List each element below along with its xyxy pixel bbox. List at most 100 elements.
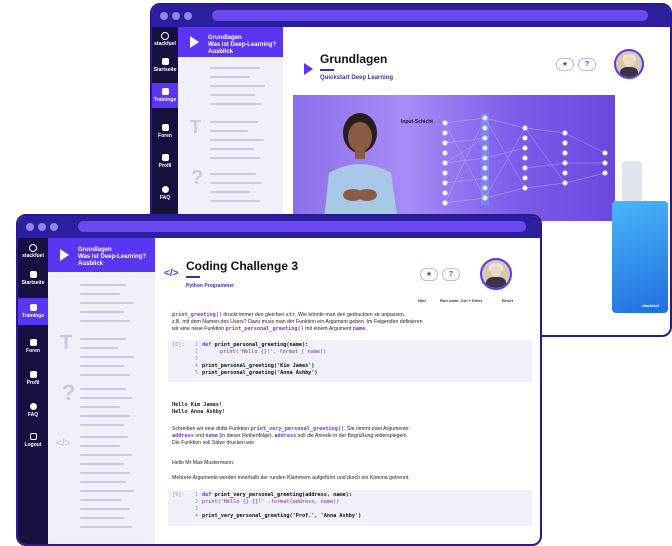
nav-line[interactable]	[210, 191, 250, 193]
nav-line[interactable]	[210, 103, 262, 105]
rail-item-logout[interactable]: Logout	[18, 430, 48, 451]
quiz-icon: ?	[62, 380, 76, 405]
nav-line[interactable]	[80, 293, 120, 295]
rail-item-profil[interactable]: Profil	[152, 151, 178, 172]
help-button[interactable]: ?	[442, 268, 460, 281]
nav-line[interactable]	[80, 347, 118, 349]
nav-line[interactable]	[80, 424, 124, 426]
nav-chapter-line: Was ist Deep-Learning?	[78, 254, 147, 260]
nav-line[interactable]	[80, 388, 126, 390]
brand-name: stackfuel	[22, 253, 44, 259]
window-dot[interactable]	[160, 12, 168, 20]
favorite-button[interactable]: ★	[556, 58, 574, 71]
window-dot[interactable]	[26, 223, 34, 231]
nav-chapter-line: Ausblick	[208, 49, 234, 55]
window-dot[interactable]	[50, 223, 58, 231]
inline-code: print_personal_greeting()	[225, 326, 304, 332]
window-dot[interactable]	[172, 12, 180, 20]
nav-line[interactable]	[210, 182, 262, 184]
page-title: Coding Challenge 3	[186, 259, 299, 273]
nav-line[interactable]	[80, 365, 124, 367]
nav-line[interactable]	[80, 526, 132, 528]
front-window: stackfuel Startseite Trainings Foren Pro…	[16, 214, 542, 546]
favorite-button[interactable]: ★	[420, 268, 438, 281]
stackfuel-logo-icon	[29, 244, 37, 252]
address-bar[interactable]	[78, 221, 526, 232]
video-layer-label: Input-Schicht	[401, 119, 433, 125]
nav-line[interactable]	[80, 436, 128, 438]
nav-line[interactable]	[80, 508, 130, 510]
nav-line[interactable]	[210, 139, 264, 141]
nav-line[interactable]	[80, 311, 124, 313]
question-icon	[29, 403, 37, 410]
hint-button[interactable]: Hint	[418, 298, 426, 303]
page-subtitle: Python Programmer	[186, 283, 235, 289]
run-code-button[interactable]: Run code: Ctrl + Enter	[440, 298, 482, 303]
rail-item-startseite[interactable]: Startseite	[18, 268, 48, 289]
nav-line[interactable]	[80, 415, 130, 417]
nav-line[interactable]	[80, 320, 130, 322]
reset-button[interactable]: Reset	[502, 298, 513, 303]
avatar[interactable]	[614, 49, 644, 79]
rail-item-profil[interactable]: Profil	[18, 368, 48, 389]
window-dot[interactable]	[184, 12, 192, 20]
nav-active-chapter[interactable]: Grundlagen Was ist Deep-Learning? Ausbli…	[178, 27, 283, 57]
rail-item-foren[interactable]: Foren	[152, 121, 178, 142]
nav-line[interactable]	[80, 481, 126, 483]
rail-item-startseite[interactable]: Startseite	[152, 55, 178, 76]
video-player[interactable]: Input-Schicht	[293, 95, 615, 221]
nav-line[interactable]	[210, 94, 255, 96]
nav-line[interactable]	[210, 200, 260, 202]
rail-item-foren[interactable]: Foren	[18, 336, 48, 357]
nav-line[interactable]	[80, 302, 134, 304]
nav-line[interactable]	[80, 517, 124, 519]
rail-item-label: Profil	[26, 380, 40, 386]
nav-line[interactable]	[210, 157, 260, 159]
rail-item-trainings[interactable]: Trainings	[152, 83, 178, 108]
window-dot[interactable]	[38, 223, 46, 231]
example-output: Hello Mr Max Mustermann:	[172, 460, 235, 466]
nav-line[interactable]	[80, 338, 126, 340]
help-button[interactable]: ?	[578, 58, 596, 71]
nav-line[interactable]	[210, 76, 250, 78]
rail-item-label: FAQ	[159, 195, 171, 201]
stackfuel-logo-icon	[161, 32, 169, 40]
nav-active-chapter[interactable]: Grundlagen Was ist Deep-Learning? Ausbli…	[48, 238, 155, 272]
nav-chapter-line: Was ist Deep-Learning?	[208, 42, 277, 48]
avatar[interactable]	[480, 258, 512, 290]
nav-line[interactable]	[210, 121, 258, 123]
nav-line[interactable]	[80, 406, 120, 408]
brand-logo: stackfuel	[152, 32, 178, 47]
code-cell[interactable]: [9]: 1 def print_very_personal_greeting(ad…	[168, 490, 532, 526]
nav-line[interactable]	[80, 499, 122, 501]
code-cell[interactable]: [6]: 1 def print_personal_greeting(name): …	[168, 340, 532, 382]
nav-line[interactable]	[80, 356, 134, 358]
nav-line[interactable]	[210, 85, 265, 87]
inline-code: address	[172, 433, 194, 439]
nav-line[interactable]	[80, 397, 132, 399]
logout-icon	[29, 433, 37, 440]
nav-line[interactable]	[80, 463, 124, 465]
rail-item-faq[interactable]: FAQ	[152, 183, 178, 204]
rail-item-faq[interactable]: FAQ	[18, 400, 48, 421]
rail-item-label: FAQ	[27, 412, 39, 418]
nav-line[interactable]	[80, 445, 120, 447]
nav-line[interactable]	[80, 472, 130, 474]
front-sidebar-rail: stackfuel Startseite Trainings Foren Pro…	[18, 238, 48, 544]
intro-paragraph: print_greeting() druckt immer den gleich…	[172, 312, 423, 332]
address-bar[interactable]	[212, 10, 648, 21]
nav-line[interactable]	[210, 67, 260, 69]
cell-output: Hello Kim James! Hello Anna Ashby!	[172, 402, 226, 415]
nav-line[interactable]	[210, 148, 254, 150]
rail-item-label: Trainings	[21, 313, 45, 319]
nav-line[interactable]	[80, 374, 130, 376]
nav-line[interactable]	[210, 130, 248, 132]
nav-chapter-title: Grundlagen	[78, 247, 112, 253]
rail-item-trainings[interactable]: Trainings	[18, 298, 48, 325]
nav-line[interactable]	[80, 490, 134, 492]
task-paragraph: Schreiben wir eine dritte Funktion print…	[172, 426, 410, 446]
nav-line[interactable]	[80, 284, 126, 286]
nav-line[interactable]	[80, 454, 132, 456]
side-card-blue	[612, 201, 668, 313]
nav-line[interactable]	[210, 173, 256, 175]
